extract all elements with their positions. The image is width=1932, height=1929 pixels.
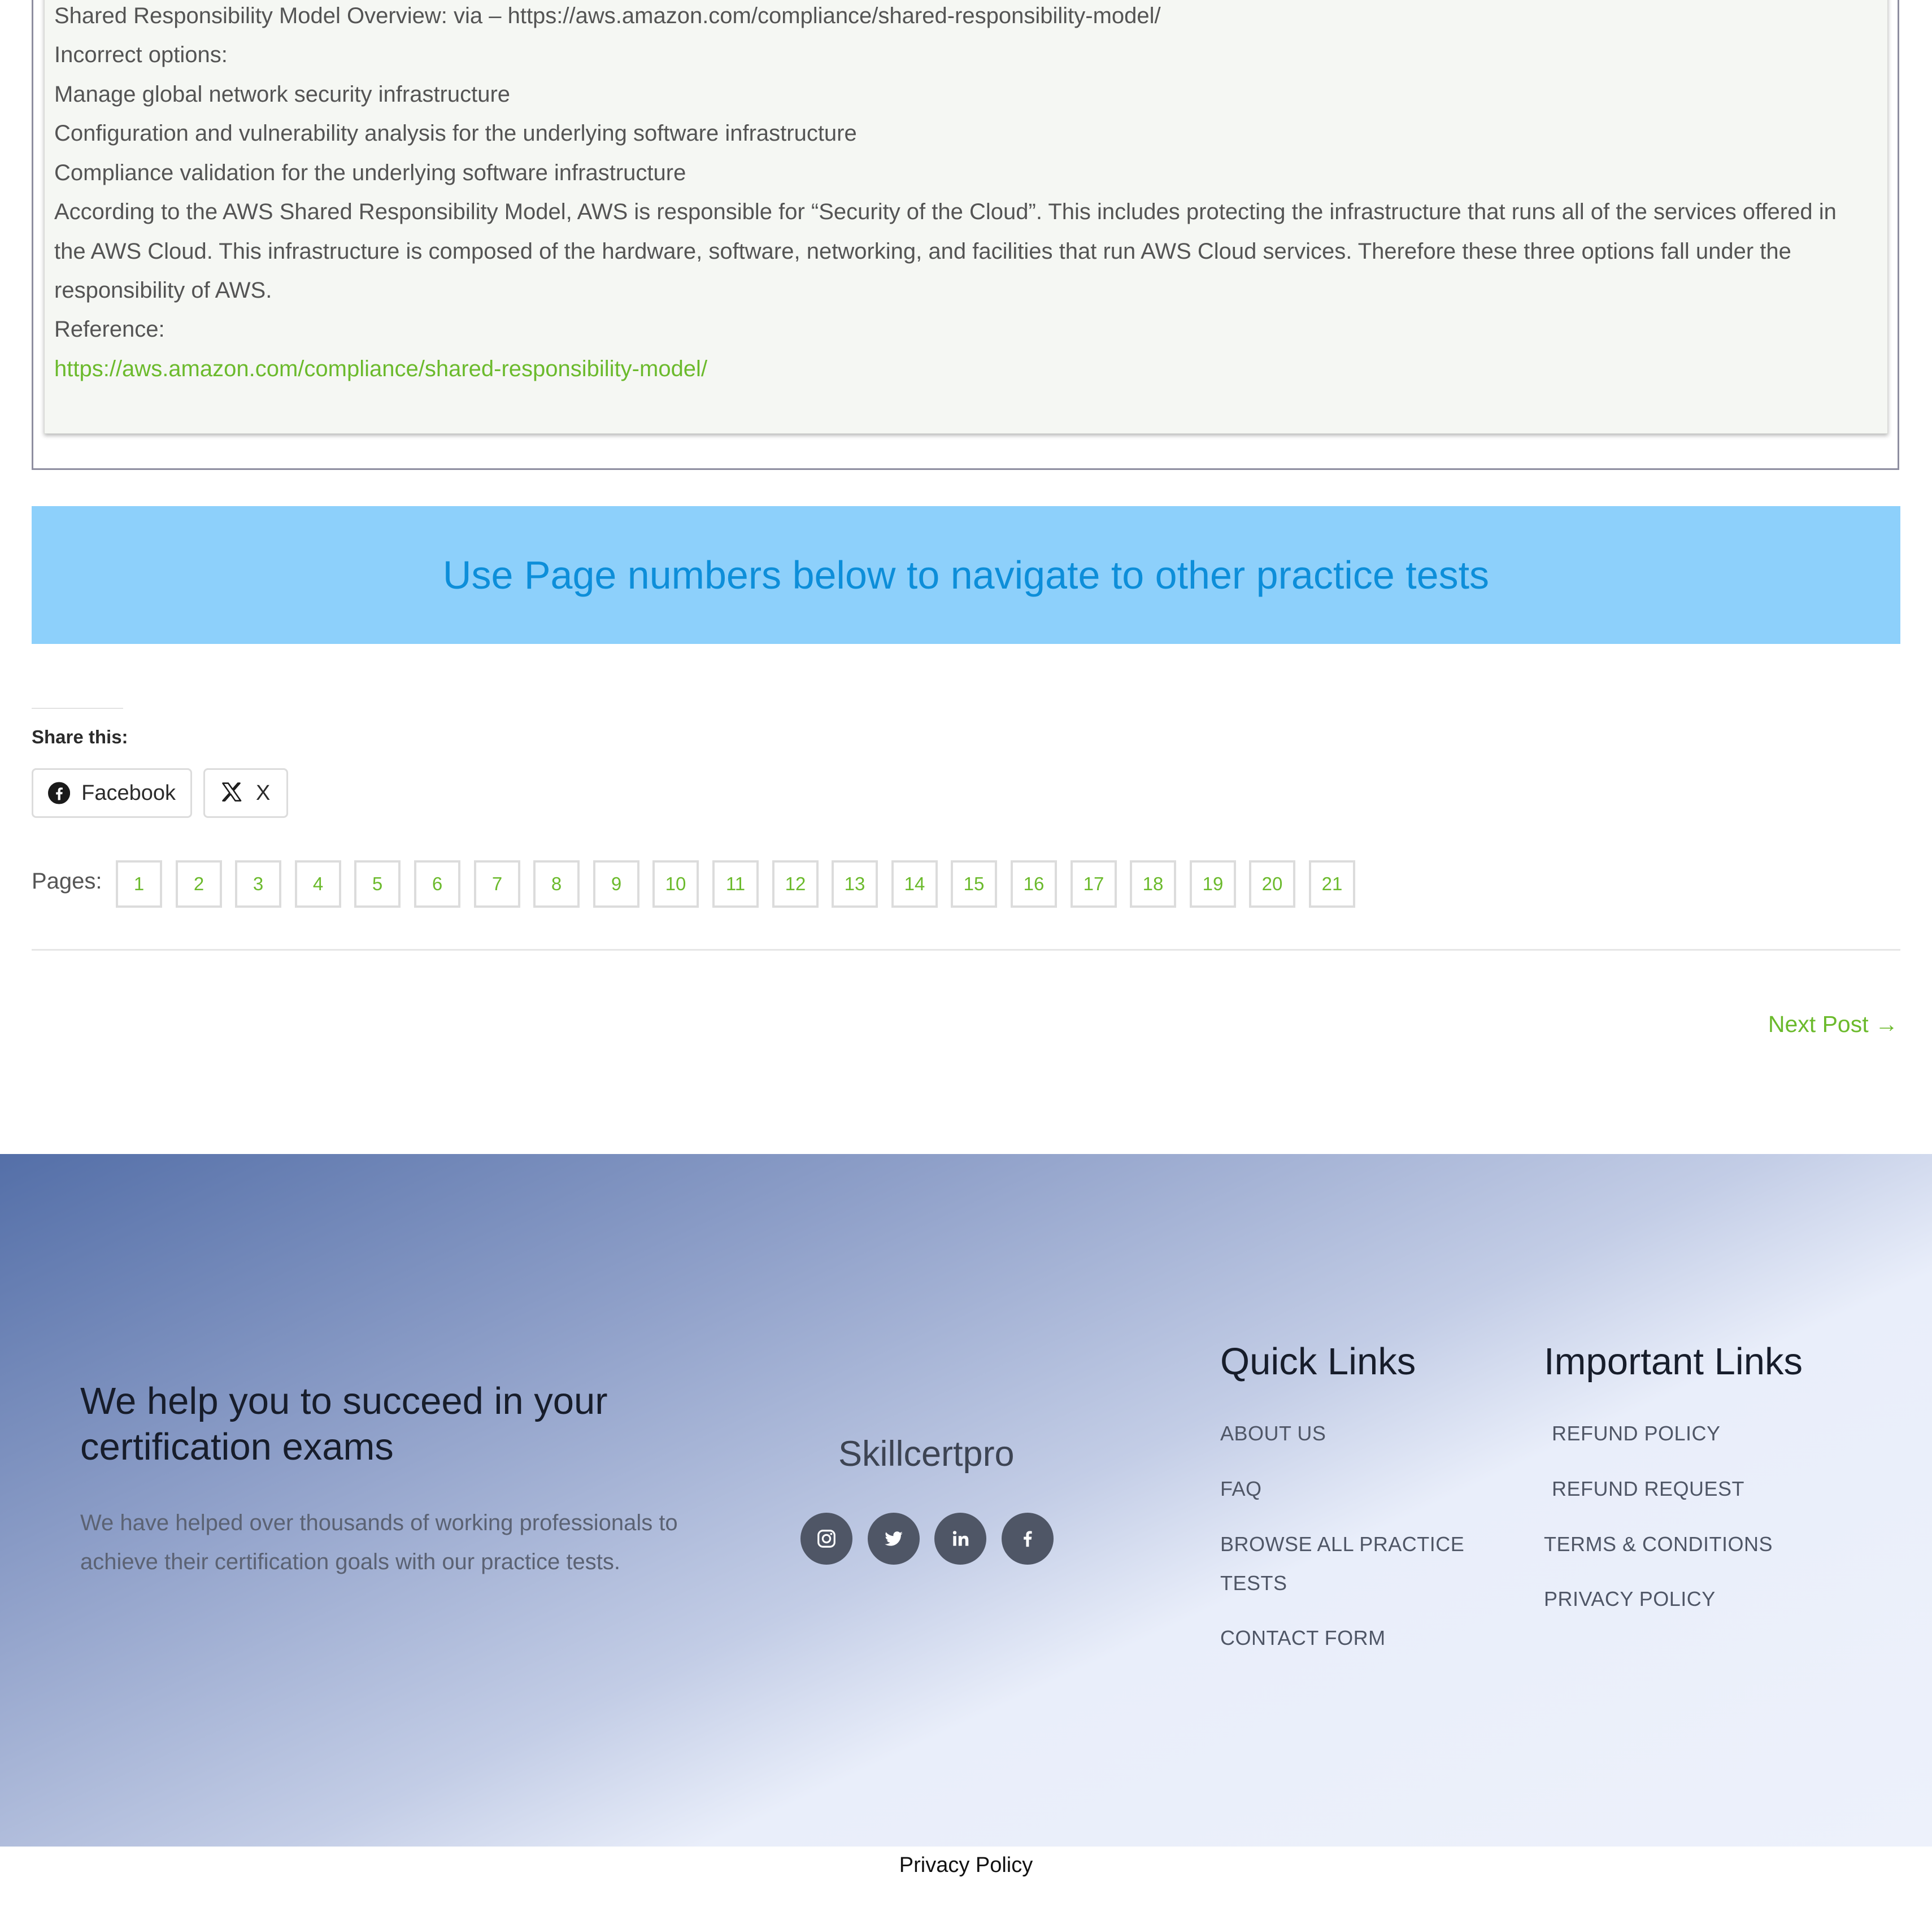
facebook-icon — [1024, 1531, 1032, 1547]
explanation-paragraph: According to the AWS Shared Responsibili… — [54, 199, 1837, 303]
page-link[interactable]: 17 — [1071, 860, 1117, 908]
option-line: Manage global network security infrastru… — [54, 82, 511, 107]
x-logo-icon — [222, 782, 242, 802]
page-link[interactable]: 10 — [652, 860, 699, 908]
page-link[interactable]: 5 — [354, 860, 401, 908]
page-link[interactable]: 7 — [474, 860, 520, 908]
page-link[interactable]: 18 — [1130, 860, 1176, 908]
linkedin-icon — [952, 1531, 969, 1546]
important-links-title: Important Links — [1544, 1340, 1803, 1383]
facebook-icon — [48, 782, 71, 804]
page-link[interactable]: 14 — [891, 860, 938, 908]
footer-link-browse-all-practice-tests[interactable]: BROWSE ALL PRACTICE TESTS — [1220, 1525, 1486, 1603]
page-link[interactable]: 4 — [295, 860, 341, 908]
banner-text: Use Page numbers below to navigate to ot… — [442, 553, 1490, 597]
facebook-button[interactable] — [1002, 1513, 1054, 1565]
page-link[interactable]: 16 — [1011, 860, 1057, 908]
footer-description: We have helped over thousands of working… — [80, 1510, 678, 1574]
page-link[interactable]: 8 — [533, 860, 580, 908]
option-line: Compliance validation for the underlying… — [54, 160, 686, 185]
page-link[interactable]: 19 — [1190, 860, 1236, 908]
footer-link-refund-request[interactable]: REFUND REQUEST — [1552, 1469, 1744, 1508]
page-link[interactable]: 20 — [1249, 860, 1295, 908]
share-facebook-button[interactable]: Facebook — [32, 768, 192, 818]
footer-link-terms-conditions[interactable]: TERMS & CONDITIONS — [1544, 1525, 1773, 1564]
navigation-banner: Use Page numbers below to navigate to ot… — [32, 506, 1900, 644]
footer-heading: We help you to succeed in your certifica… — [80, 1380, 608, 1468]
page-link[interactable]: 6 — [414, 860, 460, 908]
page-link[interactable]: 3 — [235, 860, 281, 908]
twitter-button[interactable] — [868, 1513, 920, 1565]
page-link[interactable]: 2 — [176, 860, 222, 908]
share-x-label: X — [256, 781, 271, 805]
footer-link-refund-policy[interactable]: REFUND POLICY — [1552, 1414, 1721, 1453]
page-link[interactable]: 12 — [772, 860, 819, 908]
footer-brand: Skillcertpro — [838, 1434, 1015, 1474]
reference-label: Reference: — [54, 317, 165, 342]
page-link[interactable]: 13 — [832, 860, 878, 908]
instagram-icon — [817, 1530, 836, 1548]
share-divider — [32, 708, 123, 709]
section-divider — [32, 949, 1900, 951]
page-link[interactable]: 15 — [951, 860, 997, 908]
page-link[interactable]: 1 — [116, 860, 162, 908]
footer-link-privacy-policy[interactable]: PRIVACY POLICY — [1544, 1579, 1716, 1618]
incorrect-options-heading: Incorrect options: — [54, 42, 228, 67]
linkedin-button[interactable] — [934, 1513, 986, 1565]
page-link[interactable]: 21 — [1309, 860, 1355, 908]
page-link[interactable]: 9 — [593, 860, 639, 908]
share-x-button[interactable]: X — [203, 768, 288, 818]
next-post-link[interactable]: Next Post → — [1768, 1011, 1898, 1038]
page-link[interactable]: 11 — [712, 860, 759, 908]
option-line: Configuration and vulnerability analysis… — [54, 121, 857, 146]
share-heading: Share this: — [32, 726, 128, 747]
reference-link[interactable]: https://aws.amazon.com/compliance/shared… — [54, 356, 707, 381]
bottom-privacy-policy-link[interactable]: Privacy Policy — [0, 1853, 1932, 1878]
footer-link-about-us[interactable]: ABOUT US — [1220, 1414, 1326, 1453]
pages-label: Pages: — [32, 869, 102, 894]
footer-link-faq[interactable]: FAQ — [1220, 1469, 1262, 1508]
twitter-icon — [885, 1531, 903, 1546]
footer-link-contact-form[interactable]: CONTACT FORM — [1220, 1618, 1386, 1657]
quick-links-title: Quick Links — [1220, 1340, 1416, 1383]
overview-line: Shared Responsibility Model Overview: vi… — [54, 3, 1161, 28]
share-facebook-label: Facebook — [81, 781, 176, 805]
instagram-button[interactable] — [800, 1513, 852, 1565]
